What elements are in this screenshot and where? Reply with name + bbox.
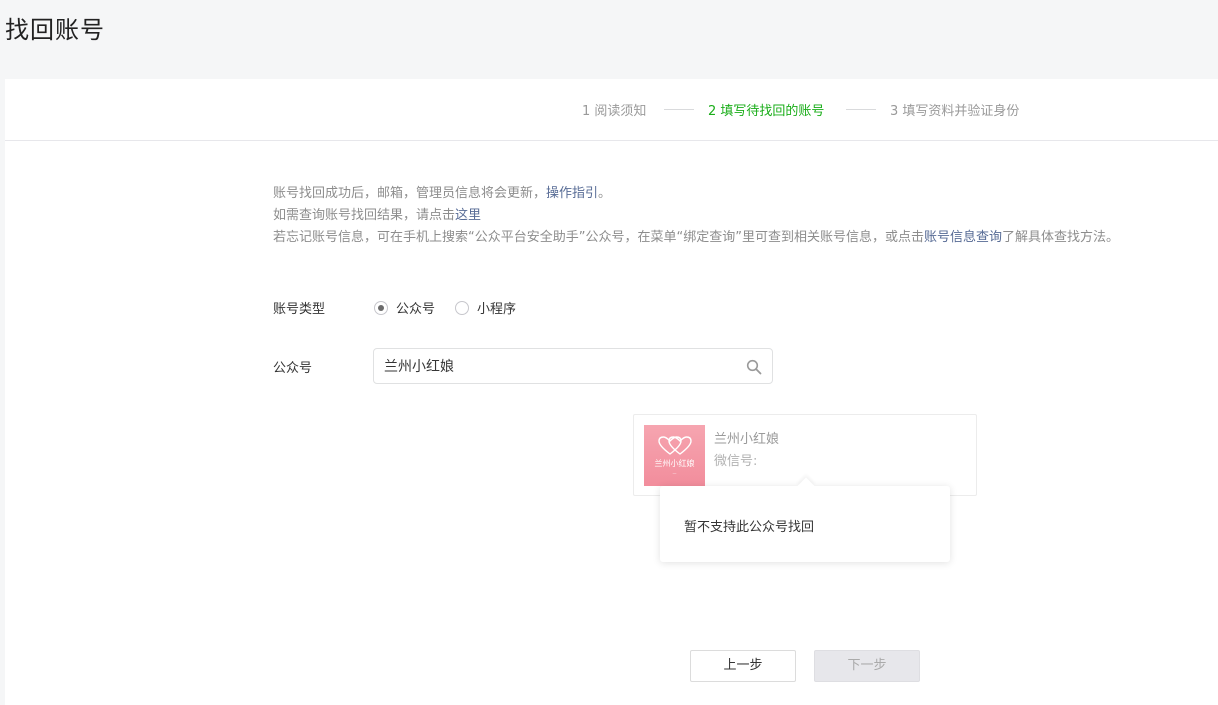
notice-line-3: 若忘记账号信息，可在手机上搜索“公众平台安全助手”公众号，在菜单“绑定查询”里可… <box>273 227 1119 249</box>
account-search-box[interactable] <box>373 348 773 384</box>
operation-guide-link[interactable]: 操作指引 <box>546 186 598 201</box>
step-divider <box>664 109 694 110</box>
query-result-link[interactable]: 这里 <box>455 208 481 223</box>
unsupported-tooltip: 暂不支持此公众号找回 <box>660 486 950 562</box>
radio-checked-icon[interactable] <box>374 300 388 315</box>
step-divider <box>846 109 876 110</box>
notice-line-1-text: 账号找回成功后，邮箱，管理员信息将会更新， <box>273 186 547 201</box>
account-type-radio-group: 公众号 小程序 <box>374 298 536 317</box>
step-2: 2 填写待找回的账号 <box>708 104 825 119</box>
notice-text: 账号找回成功后，邮箱，管理员信息将会更新，操作指引。 如需查询账号找回结果，请点… <box>273 183 1119 249</box>
notice-line-1: 账号找回成功后，邮箱，管理员信息将会更新，操作指引。 <box>273 183 1119 205</box>
hearts-logo-icon <box>657 435 692 455</box>
previous-step-button[interactable]: 上一步 <box>690 650 796 682</box>
search-icon[interactable] <box>746 359 762 375</box>
avatar-logo-subtext: — <box>672 470 677 476</box>
main-card: 1 阅读须知 2 填写待找回的账号 3 填写资料并验证身份 账号找回成功后，邮箱… <box>5 79 1218 705</box>
account-info-query-link[interactable]: 账号信息查询 <box>924 230 1002 245</box>
radio-official-account[interactable]: 公众号 <box>374 298 435 317</box>
step-3: 3 填写资料并验证身份 <box>890 104 1020 119</box>
account-avatar: 兰州小红娘 — <box>644 425 705 486</box>
step-1: 1 阅读须知 <box>582 104 647 119</box>
radio-unchecked-icon[interactable] <box>455 300 470 315</box>
radio-mini-program[interactable]: 小程序 <box>455 298 516 317</box>
account-type-label: 账号类型 <box>273 302 326 317</box>
step-indicator: 1 阅读须知 2 填写待找回的账号 3 填写资料并验证身份 <box>5 79 1218 141</box>
tooltip-message: 暂不支持此公众号找回 <box>684 520 815 535</box>
radio-label-mini-program: 小程序 <box>477 302 517 317</box>
account-name-label: 公众号 <box>273 361 313 376</box>
notice-line-2: 如需查询账号找回结果，请点击这里 <box>273 205 1119 227</box>
result-wechat-id-label: 微信号: <box>714 454 758 469</box>
account-search-input[interactable] <box>384 349 734 383</box>
notice-line-2-text: 如需查询账号找回结果，请点击 <box>273 208 456 223</box>
notice-line-3-text: 若忘记账号信息，可在手机上搜索“公众平台安全助手”公众号，在菜单“绑定查询”里可… <box>273 230 924 245</box>
page-title: 找回账号 <box>5 16 105 44</box>
result-account-name: 兰州小红娘 <box>714 432 780 447</box>
next-step-button[interactable]: 下一步 <box>814 650 920 682</box>
radio-label-official-account: 公众号 <box>396 302 436 317</box>
notice-line-1-end: 。 <box>598 186 612 201</box>
notice-line-3-end: 了解具体查找方法。 <box>1001 230 1119 245</box>
avatar-logo-text: 兰州小红娘 <box>654 458 695 468</box>
